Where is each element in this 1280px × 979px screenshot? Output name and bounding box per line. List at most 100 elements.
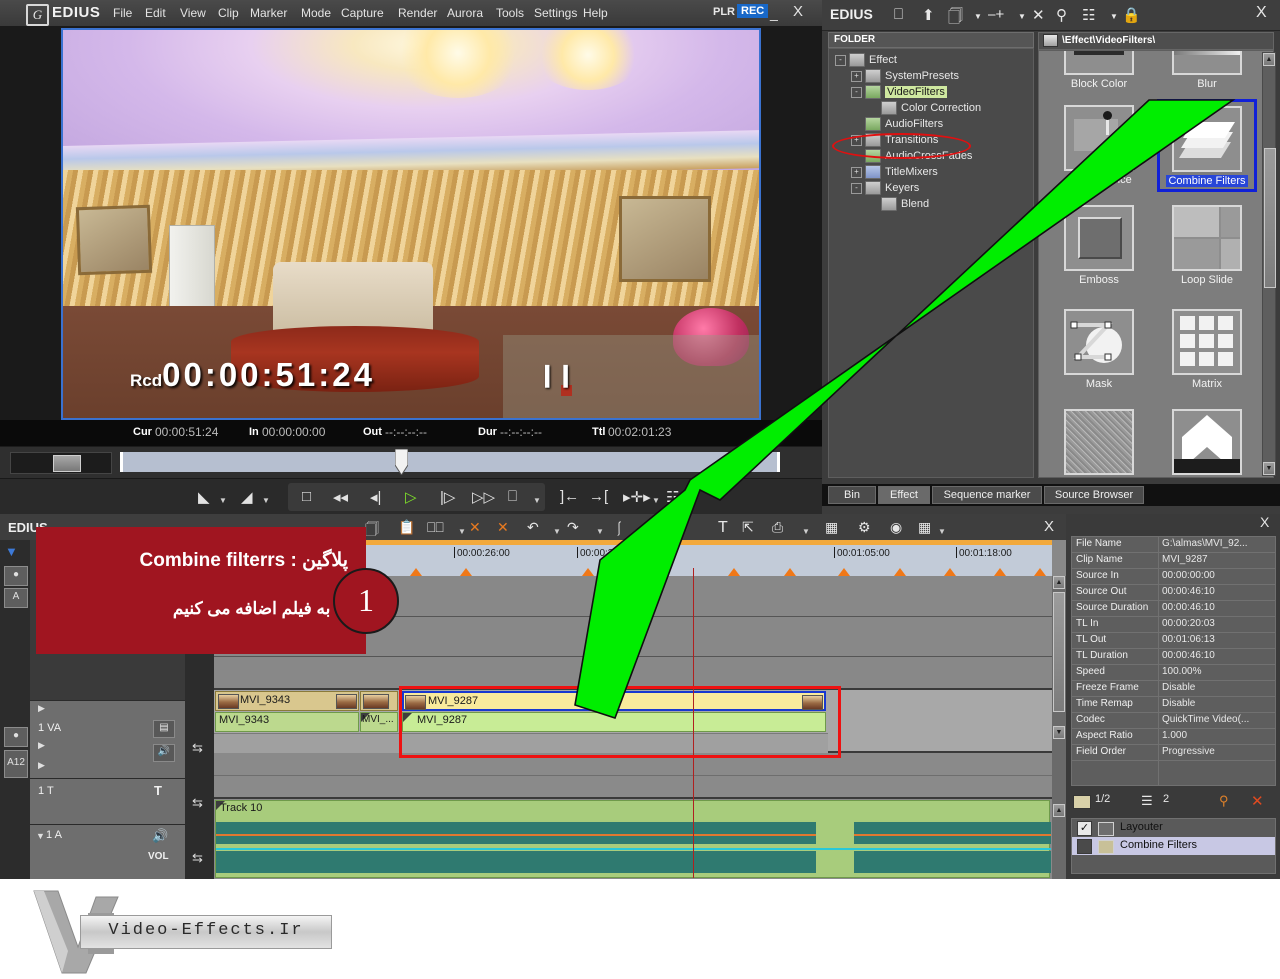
export-still-icon[interactable]: ☷ <box>666 488 679 506</box>
scroll-down-icon[interactable]: ▼ <box>1263 462 1275 475</box>
scroll-up-icon[interactable]: ▲ <box>1263 53 1275 66</box>
tree-node-blend[interactable]: Blend <box>881 197 929 213</box>
menu-tools[interactable]: Tools <box>496 6 524 20</box>
effect-item-chrominance[interactable]: Chrominance <box>1049 105 1149 186</box>
menu-edit[interactable]: Edit <box>145 6 166 20</box>
shuttle-grip[interactable] <box>53 455 81 472</box>
razor-dropdown-icon[interactable]: ▼ <box>638 527 646 536</box>
effect-item-noise[interactable]: Noise <box>1049 409 1149 477</box>
tree-toggle-icon[interactable]: - <box>851 86 862 98</box>
timeline-vertical-scrollbar[interactable]: ▲ ▼ ▲ <box>1052 576 1066 879</box>
loop-play-icon[interactable]: ⎕ <box>508 488 517 505</box>
undo-icon[interactable]: ↶ <box>527 519 539 536</box>
filter-checkbox[interactable] <box>1077 839 1092 854</box>
tab-bin[interactable]: Bin <box>828 486 876 504</box>
timeline-close-button[interactable]: X <box>1044 518 1054 535</box>
toggle-video-tracks-button[interactable]: ● <box>4 566 28 586</box>
track-1va-mute-button[interactable]: ▤ <box>153 720 175 738</box>
view-mode-icon[interactable]: ☷ <box>1082 6 1095 24</box>
trim-in-icon[interactable]: ]← <box>560 488 579 505</box>
clip-mvi9343-audio[interactable]: MVI_9343 <box>215 712 359 732</box>
tab-source-browser[interactable]: Source Browser <box>1044 486 1144 504</box>
add-clip-icon[interactable]: 🗍 <box>948 6 963 31</box>
next-frame-icon[interactable]: |▷ <box>440 488 455 506</box>
up-folder-icon[interactable]: ⬆ <box>922 6 935 24</box>
tree-node-colorcorrection[interactable]: Color Correction <box>881 101 981 117</box>
rewind-icon[interactable]: ◂◂ <box>333 488 348 506</box>
filter-row-layouter[interactable]: ✓ Layouter <box>1072 819 1275 837</box>
tree-node-keyers[interactable]: - Keyers <box>851 181 919 197</box>
add-filter-icon[interactable]: ⚲ <box>1219 793 1229 809</box>
track-header-1va[interactable]: 1 VA ▤ 🔊 ▶ ▶ <box>30 716 185 779</box>
view-dropdown-icon[interactable]: ▼ <box>1110 12 1118 21</box>
folder-tree[interactable]: - Effect + SystemPresets - VideoFilters Col… <box>828 48 1034 478</box>
scroll-up-icon[interactable]: ▲ <box>1053 576 1065 589</box>
clip-mvi-short-video[interactable] <box>360 691 398 711</box>
bin-close-button[interactable]: X <box>1256 4 1267 22</box>
tree-toggle-icon[interactable]: + <box>851 166 862 178</box>
tree-node-videofilters[interactable]: - VideoFilters <box>851 85 947 101</box>
toggle-audio-tracks-button[interactable]: A <box>4 588 28 608</box>
expand-icon[interactable]: ▶ <box>38 760 45 771</box>
clip-marker[interactable] <box>838 568 850 576</box>
clip-marker[interactable] <box>994 568 1006 576</box>
play-icon[interactable]: ▷ <box>405 488 417 506</box>
menu-mode[interactable]: Mode <box>301 6 331 20</box>
tree-toggle-icon[interactable]: - <box>835 54 846 66</box>
marker-dropdown-icon[interactable]: ▼ <box>652 496 660 505</box>
menu-aurora[interactable]: Aurora <box>447 6 483 20</box>
menu-render[interactable]: Render <box>398 6 437 20</box>
speaker-icon[interactable]: 🔊 <box>152 828 168 844</box>
tree-node-effect[interactable]: - Effect <box>835 53 897 69</box>
expand-icon[interactable]: ▶ <box>38 703 45 714</box>
export-dropdown-icon[interactable]: ▼ <box>685 496 693 505</box>
clip-mvi9343-video[interactable]: MVI_9343 <box>215 691 359 711</box>
tab-effect[interactable]: Effect <box>878 486 930 504</box>
clip-marker[interactable] <box>1034 568 1046 576</box>
menu-clip[interactable]: Clip <box>218 6 239 20</box>
set-in-dropdown-icon[interactable]: ▼ <box>219 496 227 505</box>
effect-grid-scrollbar[interactable]: ▲ ▼ <box>1262 52 1276 476</box>
tab-sequence-marker[interactable]: Sequence marker <box>932 486 1042 504</box>
tree-toggle-icon[interactable]: - <box>851 182 862 194</box>
track-1va-speaker-button[interactable]: 🔊 <box>153 744 175 762</box>
replace-icon[interactable]: ☷ <box>653 519 666 536</box>
filter-row-combine-filters[interactable]: Combine Filters <box>1072 837 1275 855</box>
rec-indicator[interactable]: REC <box>737 4 769 18</box>
search-icon[interactable]: ⚲ <box>1056 6 1067 24</box>
applied-filters-list[interactable]: ✓ Layouter Combine Filters <box>1071 818 1276 874</box>
scrollbar-thumb[interactable] <box>1053 592 1065 712</box>
scrollbar-thumb[interactable] <box>1264 148 1276 288</box>
menu-capture[interactable]: Capture <box>341 6 384 20</box>
effect-item-blur[interactable]: Blur Blur <box>1157 51 1257 90</box>
clip-mvi-short-audio[interactable]: MVI_... <box>360 712 398 732</box>
duplicate-icon[interactable]: ⎕⎕ <box>427 519 444 536</box>
expand-tracks-icon[interactable]: ▼ <box>5 544 18 559</box>
clip-track10-audio[interactable]: Track 10 <box>215 800 1051 878</box>
trim-out-icon[interactable]: →[ <box>589 488 608 505</box>
track-matte-icon[interactable]: ⎙ <box>772 519 783 536</box>
effect-grid[interactable]: Block Color Blur Blur Chrominance Combin <box>1038 50 1274 478</box>
clip-marker[interactable] <box>460 568 472 576</box>
sync-lock-icon-1va[interactable]: ⇆ <box>192 740 203 756</box>
duplicate-dropdown-icon[interactable]: ▼ <box>458 527 466 536</box>
clip-marker[interactable] <box>644 568 656 576</box>
tree-toggle-icon[interactable]: + <box>851 70 862 82</box>
ripple-cut-icon[interactable]: ✕ <box>469 519 481 536</box>
clip-marker[interactable] <box>944 568 956 576</box>
scroll-up-icon-2[interactable]: ▲ <box>1053 804 1065 817</box>
scroll-down-icon[interactable]: ▼ <box>1053 726 1065 739</box>
new-folder-icon[interactable]: ⎕ <box>894 6 903 23</box>
tree-node-audiofilters[interactable]: AudioFilters <box>865 117 943 133</box>
menu-help[interactable]: Help <box>583 6 608 20</box>
effect-item-matrix[interactable]: Matrix <box>1157 309 1257 390</box>
menu-file[interactable]: File <box>113 6 132 20</box>
minimize-button[interactable]: _ <box>770 5 778 21</box>
add-dropdown-icon[interactable]: ▼ <box>974 12 982 21</box>
razor-icon[interactable]: ⎰ <box>612 519 626 539</box>
delete-icon[interactable]: ✕ <box>1032 6 1045 24</box>
tree-node-titlemixers[interactable]: + TitleMixers <box>851 165 938 181</box>
clip-marker[interactable] <box>894 568 906 576</box>
menu-view[interactable]: View <box>180 6 206 20</box>
delete-in-out-icon[interactable]: ✕ <box>497 519 509 536</box>
